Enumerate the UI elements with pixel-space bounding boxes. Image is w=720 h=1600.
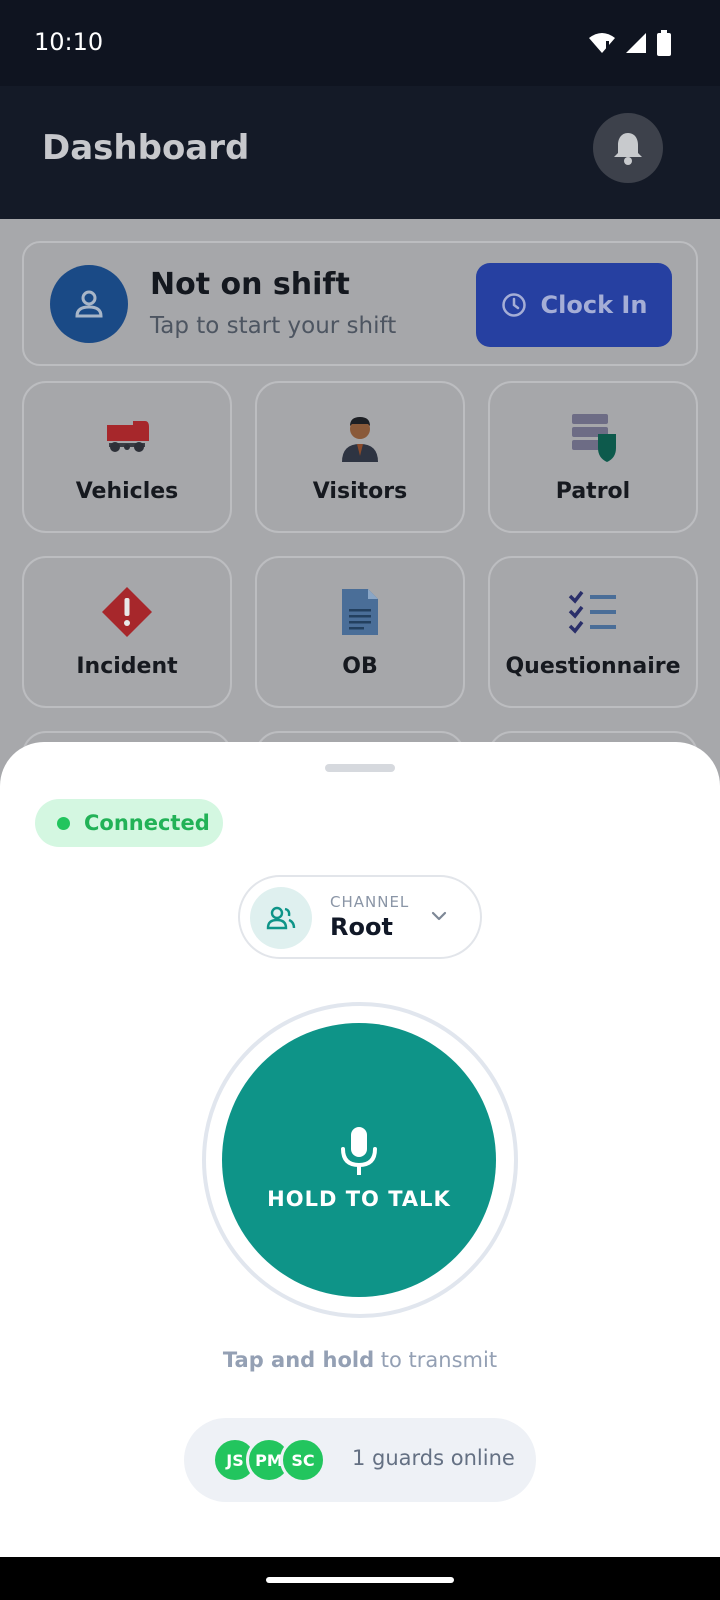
channel-caption: CHANNEL <box>330 893 410 911</box>
incident-icon <box>24 586 230 638</box>
drag-handle[interactable] <box>325 764 395 772</box>
guard-avatars: JS PM SC <box>212 1437 332 1483</box>
tile-patrol[interactable]: Patrol <box>488 381 698 533</box>
tile-label: Questionnaire <box>505 654 681 679</box>
status-icons <box>588 30 672 56</box>
channel-selector[interactable]: CHANNEL Root <box>238 875 482 959</box>
shift-avatar <box>50 265 128 343</box>
hint-rest: to transmit <box>374 1348 498 1372</box>
battery-icon <box>657 30 671 56</box>
checklist-icon <box>490 586 696 638</box>
clock-icon <box>501 293 526 317</box>
online-count-text: 1 guards online <box>352 1446 515 1470</box>
patrol-icon <box>490 411 696 463</box>
clock-in-label: Clock In <box>540 291 648 319</box>
tile-label: Visitors <box>312 479 408 504</box>
tile-label: OB <box>342 654 378 679</box>
signal-icon <box>626 33 646 53</box>
status-time: 10:10 <box>34 28 104 56</box>
tile-label: Patrol <box>555 479 631 504</box>
transmit-hint: Tap and hold to transmit <box>0 1348 720 1372</box>
online-guards-pill: JS PM SC 1 guards online <box>184 1418 536 1502</box>
page-title: Dashboard <box>42 128 250 168</box>
tile-ob[interactable]: OB <box>255 556 465 708</box>
shift-status-title: Not on shift <box>150 267 350 302</box>
avatar: SC <box>280 1437 326 1483</box>
chevron-down-icon <box>431 911 447 921</box>
status-bar: 10:10 <box>0 0 720 86</box>
tile-questionnaire[interactable]: Questionnaire <box>488 556 698 708</box>
channel-name: Root <box>330 913 393 941</box>
tile-label: Vehicles <box>75 479 179 504</box>
hint-strong: Tap and hold <box>222 1348 375 1372</box>
system-nav-bar <box>0 1557 720 1600</box>
shift-status-subtitle: Tap to start your shift <box>150 313 397 339</box>
document-icon <box>257 586 463 638</box>
user-icon <box>75 290 103 318</box>
tile-incident[interactable]: Incident <box>22 556 232 708</box>
wifi-icon <box>589 33 615 53</box>
ptt-label: HOLD TO TALK <box>267 1187 451 1211</box>
tile-vehicles[interactable]: Vehicles <box>22 381 232 533</box>
tile-label: Incident <box>76 654 178 679</box>
hold-to-talk-button[interactable]: HOLD TO TALK <box>222 1023 496 1297</box>
home-indicator[interactable] <box>266 1577 454 1583</box>
status-dot <box>57 816 70 830</box>
bell-icon <box>614 133 642 165</box>
microphone-icon <box>341 1127 377 1175</box>
ptt-bottom-sheet: Connected CHANNEL Root HOLD TO TALK Tap … <box>0 742 720 1557</box>
connection-status-badge: Connected <box>35 799 223 847</box>
group-icon <box>250 887 312 949</box>
vehicle-icon <box>24 411 230 463</box>
tile-visitors[interactable]: Visitors <box>255 381 465 533</box>
shift-card[interactable]: Not on shift Tap to start your shift Clo… <box>22 241 698 366</box>
clock-in-button[interactable]: Clock In <box>476 263 672 347</box>
connection-status-text: Connected <box>84 811 210 835</box>
notifications-button[interactable] <box>593 113 663 183</box>
visitor-icon <box>257 411 463 463</box>
